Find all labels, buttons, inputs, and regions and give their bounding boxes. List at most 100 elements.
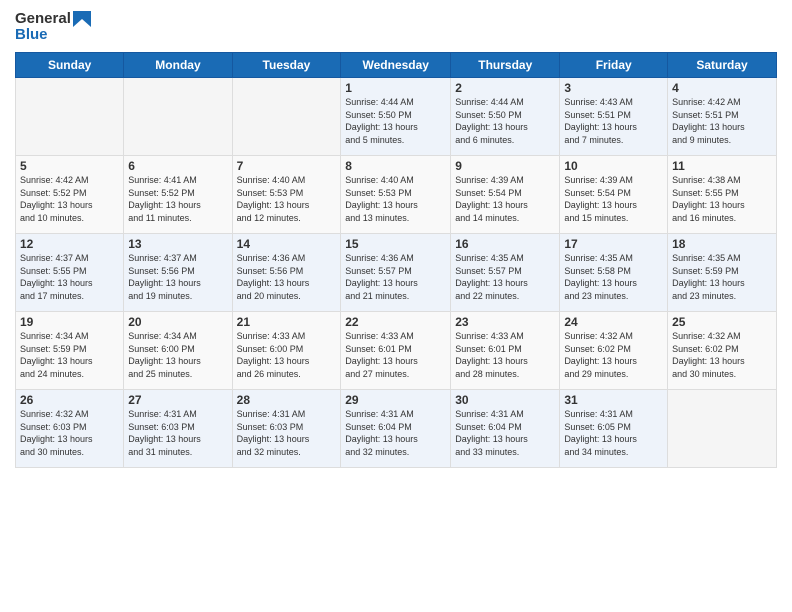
- weekday-header-thursday: Thursday: [451, 53, 560, 78]
- day-info: Sunrise: 4:33 AM Sunset: 6:01 PM Dayligh…: [455, 330, 555, 380]
- day-number: 25: [672, 315, 772, 329]
- calendar-week-row: 19Sunrise: 4:34 AM Sunset: 5:59 PM Dayli…: [16, 312, 777, 390]
- day-number: 2: [455, 81, 555, 95]
- day-number: 4: [672, 81, 772, 95]
- day-info: Sunrise: 4:31 AM Sunset: 6:04 PM Dayligh…: [345, 408, 446, 458]
- day-number: 3: [564, 81, 663, 95]
- calendar-cell: 14Sunrise: 4:36 AM Sunset: 5:56 PM Dayli…: [232, 234, 341, 312]
- calendar-week-row: 12Sunrise: 4:37 AM Sunset: 5:55 PM Dayli…: [16, 234, 777, 312]
- day-number: 12: [20, 237, 119, 251]
- calendar-table: SundayMondayTuesdayWednesdayThursdayFrid…: [15, 52, 777, 468]
- day-info: Sunrise: 4:42 AM Sunset: 5:51 PM Dayligh…: [672, 96, 772, 146]
- calendar-cell: 7Sunrise: 4:40 AM Sunset: 5:53 PM Daylig…: [232, 156, 341, 234]
- calendar-cell: 23Sunrise: 4:33 AM Sunset: 6:01 PM Dayli…: [451, 312, 560, 390]
- day-info: Sunrise: 4:39 AM Sunset: 5:54 PM Dayligh…: [455, 174, 555, 224]
- day-number: 15: [345, 237, 446, 251]
- day-number: 16: [455, 237, 555, 251]
- calendar-cell: 30Sunrise: 4:31 AM Sunset: 6:04 PM Dayli…: [451, 390, 560, 468]
- day-number: 10: [564, 159, 663, 173]
- calendar-cell: 15Sunrise: 4:36 AM Sunset: 5:57 PM Dayli…: [341, 234, 451, 312]
- day-info: Sunrise: 4:31 AM Sunset: 6:05 PM Dayligh…: [564, 408, 663, 458]
- weekday-header-friday: Friday: [560, 53, 668, 78]
- calendar-cell: 1Sunrise: 4:44 AM Sunset: 5:50 PM Daylig…: [341, 78, 451, 156]
- day-number: 5: [20, 159, 119, 173]
- calendar-cell: 17Sunrise: 4:35 AM Sunset: 5:58 PM Dayli…: [560, 234, 668, 312]
- day-info: Sunrise: 4:37 AM Sunset: 5:55 PM Dayligh…: [20, 252, 119, 302]
- weekday-header-tuesday: Tuesday: [232, 53, 341, 78]
- logo: General Blue: [15, 10, 91, 44]
- day-info: Sunrise: 4:31 AM Sunset: 6:03 PM Dayligh…: [237, 408, 337, 458]
- calendar-cell: 24Sunrise: 4:32 AM Sunset: 6:02 PM Dayli…: [560, 312, 668, 390]
- calendar-cell: 12Sunrise: 4:37 AM Sunset: 5:55 PM Dayli…: [16, 234, 124, 312]
- calendar-cell: [124, 78, 232, 156]
- day-number: 29: [345, 393, 446, 407]
- day-info: Sunrise: 4:35 AM Sunset: 5:59 PM Dayligh…: [672, 252, 772, 302]
- day-number: 23: [455, 315, 555, 329]
- calendar-cell: 3Sunrise: 4:43 AM Sunset: 5:51 PM Daylig…: [560, 78, 668, 156]
- day-number: 9: [455, 159, 555, 173]
- calendar-week-row: 1 Sunrise: 4:44 AM Sunset: 5:50 PM Daylig…: [16, 78, 777, 156]
- page-header: General Blue: [15, 10, 777, 44]
- day-info: Sunrise: 4:41 AM Sunset: 5:52 PM Dayligh…: [128, 174, 227, 224]
- day-info: Sunrise: 4:37 AM Sunset: 5:56 PM Dayligh…: [128, 252, 227, 302]
- day-number: 14: [237, 237, 337, 251]
- logo-text: General Blue: [15, 10, 91, 44]
- calendar-cell: 26Sunrise: 4:32 AM Sunset: 6:03 PM Dayli…: [16, 390, 124, 468]
- day-number: 24: [564, 315, 663, 329]
- weekday-header-saturday: Saturday: [668, 53, 777, 78]
- day-info: Sunrise: 4:36 AM Sunset: 5:56 PM Dayligh…: [237, 252, 337, 302]
- weekday-header-wednesday: Wednesday: [341, 53, 451, 78]
- day-number: 28: [237, 393, 337, 407]
- day-number: 13: [128, 237, 227, 251]
- day-info: Sunrise: 4:44 AM Sunset: 5:50 PM Dayligh…: [455, 96, 555, 146]
- calendar-cell: 25Sunrise: 4:32 AM Sunset: 6:02 PM Dayli…: [668, 312, 777, 390]
- calendar-cell: 27Sunrise: 4:31 AM Sunset: 6:03 PM Dayli…: [124, 390, 232, 468]
- day-number: 6: [128, 159, 227, 173]
- calendar-cell: 4Sunrise: 4:42 AM Sunset: 5:51 PM Daylig…: [668, 78, 777, 156]
- day-info: Sunrise: 4:33 AM Sunset: 6:00 PM Dayligh…: [237, 330, 337, 380]
- day-number: 7: [237, 159, 337, 173]
- weekday-header-row: SundayMondayTuesdayWednesdayThursdayFrid…: [16, 53, 777, 78]
- day-number: 18: [672, 237, 772, 251]
- calendar-cell: [232, 78, 341, 156]
- day-info: Sunrise: 4:35 AM Sunset: 5:57 PM Dayligh…: [455, 252, 555, 302]
- day-number: 17: [564, 237, 663, 251]
- day-number: 30: [455, 393, 555, 407]
- day-number: 11: [672, 159, 772, 173]
- calendar-cell: 10Sunrise: 4:39 AM Sunset: 5:54 PM Dayli…: [560, 156, 668, 234]
- logo-arrow-icon: [73, 11, 91, 27]
- calendar-cell: [668, 390, 777, 468]
- calendar-cell: 2Sunrise: 4:44 AM Sunset: 5:50 PM Daylig…: [451, 78, 560, 156]
- calendar-cell: 13Sunrise: 4:37 AM Sunset: 5:56 PM Dayli…: [124, 234, 232, 312]
- day-info: Sunrise: 4:32 AM Sunset: 6:02 PM Dayligh…: [564, 330, 663, 380]
- calendar-cell: 21Sunrise: 4:33 AM Sunset: 6:00 PM Dayli…: [232, 312, 341, 390]
- calendar-cell: 29Sunrise: 4:31 AM Sunset: 6:04 PM Dayli…: [341, 390, 451, 468]
- weekday-header-monday: Monday: [124, 53, 232, 78]
- day-info: Sunrise: 4:39 AM Sunset: 5:54 PM Dayligh…: [564, 174, 663, 224]
- logo-blue: Blue: [15, 26, 48, 44]
- calendar-cell: 6Sunrise: 4:41 AM Sunset: 5:52 PM Daylig…: [124, 156, 232, 234]
- calendar-cell: 8Sunrise: 4:40 AM Sunset: 5:53 PM Daylig…: [341, 156, 451, 234]
- day-info: Sunrise: 4:31 AM Sunset: 6:03 PM Dayligh…: [128, 408, 227, 458]
- day-number: 1: [345, 81, 446, 95]
- day-number: 26: [20, 393, 119, 407]
- calendar-week-row: 26Sunrise: 4:32 AM Sunset: 6:03 PM Dayli…: [16, 390, 777, 468]
- day-info: Sunrise: 4:32 AM Sunset: 6:03 PM Dayligh…: [20, 408, 119, 458]
- day-info: Sunrise: 4:32 AM Sunset: 6:02 PM Dayligh…: [672, 330, 772, 380]
- calendar-cell: 31Sunrise: 4:31 AM Sunset: 6:05 PM Dayli…: [560, 390, 668, 468]
- day-number: 20: [128, 315, 227, 329]
- calendar-cell: 22Sunrise: 4:33 AM Sunset: 6:01 PM Dayli…: [341, 312, 451, 390]
- day-number: 21: [237, 315, 337, 329]
- weekday-header-sunday: Sunday: [16, 53, 124, 78]
- day-info: Sunrise: 4:38 AM Sunset: 5:55 PM Dayligh…: [672, 174, 772, 224]
- calendar-cell: 9Sunrise: 4:39 AM Sunset: 5:54 PM Daylig…: [451, 156, 560, 234]
- day-info: Sunrise: 4:40 AM Sunset: 5:53 PM Dayligh…: [345, 174, 446, 224]
- day-info: Sunrise: 4:36 AM Sunset: 5:57 PM Dayligh…: [345, 252, 446, 302]
- day-number: 8: [345, 159, 446, 173]
- day-info: Sunrise: 4:43 AM Sunset: 5:51 PM Dayligh…: [564, 96, 663, 146]
- day-info: Sunrise: 4:40 AM Sunset: 5:53 PM Dayligh…: [237, 174, 337, 224]
- day-info: Sunrise: 4:42 AM Sunset: 5:52 PM Dayligh…: [20, 174, 119, 224]
- day-info: Sunrise: 4:31 AM Sunset: 6:04 PM Dayligh…: [455, 408, 555, 458]
- calendar-cell: 18Sunrise: 4:35 AM Sunset: 5:59 PM Dayli…: [668, 234, 777, 312]
- calendar-cell: 20Sunrise: 4:34 AM Sunset: 6:00 PM Dayli…: [124, 312, 232, 390]
